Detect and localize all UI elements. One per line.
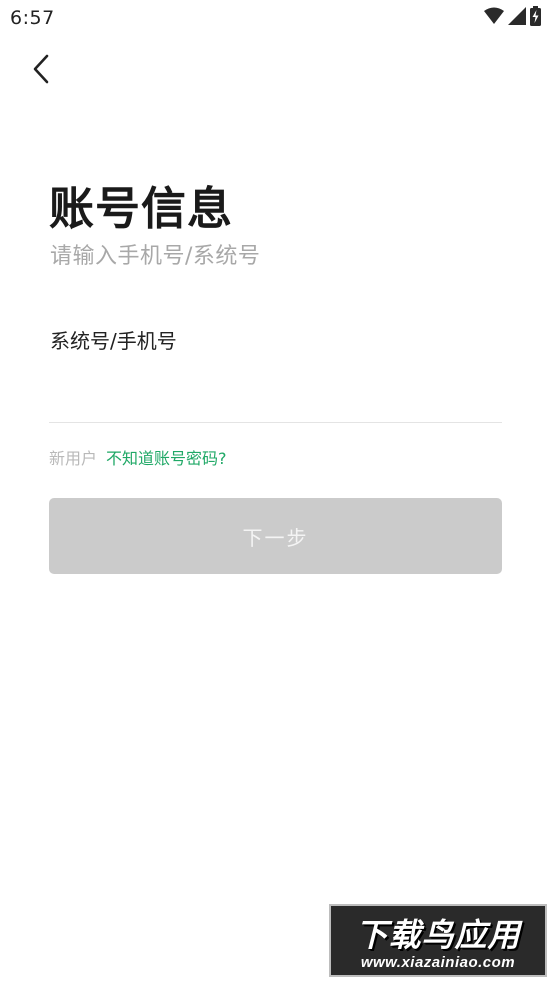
forgot-account-link[interactable]: 不知道账号密码? (106, 445, 227, 469)
watermark-logo: 下载鸟应用 www.xiazainiao.com (329, 904, 547, 977)
status-icons (484, 6, 541, 30)
page-subtitle: 请输入手机号/系统号 (50, 244, 261, 269)
next-step-button[interactable]: 下一步 (49, 498, 502, 574)
watermark-title: 下载鸟应用 (355, 916, 521, 954)
chevron-left-icon (31, 54, 51, 88)
watermark-url: www.xiazainiao.com (360, 954, 516, 971)
status-bar: 6:57 (0, 0, 551, 38)
account-input[interactable] (49, 362, 502, 418)
input-underline (49, 422, 502, 423)
back-button[interactable] (24, 52, 58, 90)
battery-charging-icon (530, 6, 541, 30)
signal-icon (508, 7, 526, 29)
new-user-label: 新用户 (49, 449, 98, 468)
account-info-screen: 6:57 账号信息 请输入手机号/系统号 系统号/手机号 新用户 不知道账号密码… (0, 0, 551, 981)
wifi-icon (484, 7, 504, 29)
page-title: 账号信息 (49, 182, 234, 235)
account-field-label: 系统号/手机号 (50, 329, 177, 353)
help-row: 新用户 不知道账号密码? (49, 445, 227, 469)
status-time: 6:57 (10, 7, 55, 29)
